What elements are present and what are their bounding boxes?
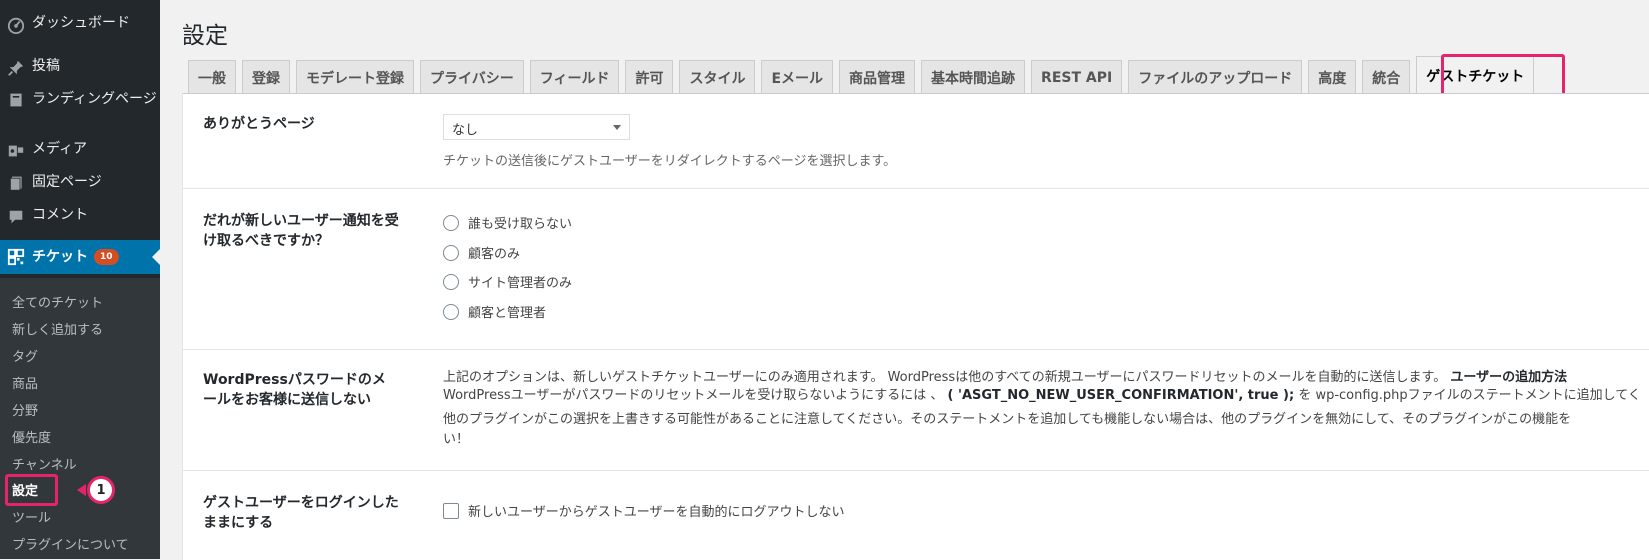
tab-file-upload[interactable]: ファイルのアップロード: [1128, 60, 1303, 94]
settings-highlight-box: [5, 474, 58, 506]
current-menu-arrow: [152, 249, 160, 265]
menu-label: メディア: [32, 141, 88, 157]
submenu-about[interactable]: プラグインについて: [12, 538, 129, 554]
keep-logged-in-option[interactable]: 新しいユーザーからゲストユーザーを自動的にログアウトしない: [443, 501, 844, 520]
dashboard-icon: [0, 14, 32, 34]
pin-icon: [0, 57, 32, 77]
setting-row-notify: だれが新しいユーザー通知を受け取るべきですか？ 誰も受け取らない 顧客のみ サイ…: [183, 189, 1649, 350]
menu-label: チケット 10: [32, 248, 160, 266]
tab-general[interactable]: 一般: [188, 60, 236, 94]
submenu-add-new[interactable]: 新しく追加する: [12, 323, 103, 339]
tab-advanced[interactable]: 高度: [1308, 60, 1357, 94]
setting-description: チケットの送信後にゲストユーザーをリダイレクトするページを選択します。: [443, 154, 897, 169]
tickets-submenu: 全てのチケット 新しく追加する タグ 商品 分野 優先度 チャンネル 設定 ツー…: [0, 278, 160, 559]
option-label: 顧客のみ: [468, 247, 521, 262]
radio-option-admin[interactable]: サイト管理者のみ: [443, 272, 572, 291]
tab-permissions[interactable]: 許可: [625, 60, 674, 94]
setting-label: ありがとうページ: [203, 116, 315, 132]
submenu-tags[interactable]: タグ: [12, 350, 38, 366]
menu-dashboard[interactable]: ダッシュボード: [0, 14, 160, 34]
tab-style[interactable]: スタイル: [679, 60, 756, 94]
setting-description-line: WordPressユーザーがパスワードのリセットメールを受け取らないようにするに…: [443, 388, 1641, 403]
keep-logged-in-checkbox[interactable]: [443, 502, 459, 519]
tab-rest-api[interactable]: REST API: [1031, 60, 1123, 94]
radio-option-both[interactable]: 顧客と管理者: [443, 302, 546, 321]
radio-option-nobody[interactable]: 誰も受け取らない: [443, 213, 572, 232]
tickets-icon: [0, 248, 32, 266]
submenu-departments[interactable]: 分野: [12, 404, 38, 420]
setting-row-thank-you-page: ありがとうページ なし チケットの送信後にゲストユーザーをリダイレクトするページ…: [183, 94, 1649, 189]
page-title: 設定: [182, 23, 228, 49]
pages-icon: [0, 173, 32, 191]
ticket-count-badge: 10: [94, 249, 119, 265]
menu-label: 固定ページ: [32, 174, 102, 190]
tab-moderated-registration[interactable]: モデレート登録: [296, 60, 414, 94]
setting-description-line: 他のプラグインがこの選択を上書きする可能性があることに注意してください。そのステ…: [443, 412, 1572, 427]
menu-media[interactable]: メディア: [0, 140, 160, 160]
menu-label: ダッシュボード: [32, 15, 130, 31]
select-value: なし: [452, 123, 479, 138]
thank-you-page-select[interactable]: なし: [443, 114, 630, 140]
submenu-priority[interactable]: 優先度: [12, 431, 51, 447]
setting-description-line: 上記のオプションは、新しいゲストチケットユーザーにのみ適用されます。 WordP…: [443, 370, 1568, 385]
radio-option-customer[interactable]: 顧客のみ: [443, 243, 520, 262]
setting-row-password-mail: WordPressパスワードのメールをお客様に送信しない 上記のオプションは、新…: [183, 350, 1649, 471]
tab-fields[interactable]: フィールド: [529, 60, 620, 94]
menu-label: コメント: [32, 207, 88, 223]
option-label: サイト管理者のみ: [468, 276, 573, 291]
submenu-channels[interactable]: チャンネル: [12, 458, 77, 474]
setting-label: だれが新しいユーザー通知を受け取るべきですか？: [203, 213, 399, 249]
submenu-products[interactable]: 商品: [12, 377, 38, 393]
setting-description-line: い！: [443, 432, 470, 447]
comment-icon: [0, 206, 32, 226]
tab-registration[interactable]: 登録: [242, 60, 290, 94]
tab-privacy[interactable]: プライバシー: [420, 60, 524, 94]
submenu-all-tickets[interactable]: 全てのチケット: [12, 296, 103, 312]
marker-pointer: [77, 484, 86, 496]
menu-label: ランディングページ: [32, 91, 157, 107]
media-icon: [0, 140, 32, 160]
settings-panel: ありがとうページ なし チケットの送信後にゲストユーザーをリダイレクトするページ…: [182, 93, 1649, 560]
radio-button[interactable]: [443, 303, 459, 320]
tab-time-tracking[interactable]: 基本時間追跡: [921, 60, 1026, 94]
menu-pages[interactable]: 固定ページ: [0, 173, 160, 191]
tab-integration[interactable]: 統合: [1362, 60, 1411, 94]
radio-button[interactable]: [443, 273, 459, 290]
settings-tabs: 一般 登録 モデレート登録 プライバシー フィールド 許可 スタイル Eメール …: [188, 56, 1540, 94]
setting-row-keep-logged-in: ゲストユーザーをログインしたままにする 新しいユーザーからゲストユーザーを自動的…: [183, 471, 1649, 560]
menu-comments[interactable]: コメント: [0, 206, 160, 226]
menu-posts[interactable]: 投稿: [0, 57, 160, 77]
radio-button[interactable]: [443, 214, 459, 231]
checkbox-label: 新しいユーザーからゲストユーザーを自動的にログアウトしない: [468, 505, 845, 520]
landing-page-icon: [0, 90, 32, 108]
option-label: 誰も受け取らない: [468, 217, 573, 232]
setting-label: WordPressパスワードのメールをお客様に送信しない: [203, 372, 386, 408]
menu-landing-pages[interactable]: ランディングページ: [0, 90, 160, 108]
chevron-down-icon: [613, 125, 621, 130]
submenu-tools[interactable]: ツール: [12, 511, 51, 527]
menu-label: 投稿: [32, 58, 60, 74]
step-marker-1: 1: [87, 476, 115, 504]
setting-label: ゲストユーザーをログインしたままにする: [203, 495, 399, 531]
menu-tickets[interactable]: チケット 10: [0, 240, 160, 274]
tab-product-management[interactable]: 商品管理: [839, 60, 916, 94]
tab-email[interactable]: Eメール: [761, 60, 834, 94]
option-label: 顧客と管理者: [468, 306, 547, 321]
radio-button[interactable]: [443, 244, 459, 261]
